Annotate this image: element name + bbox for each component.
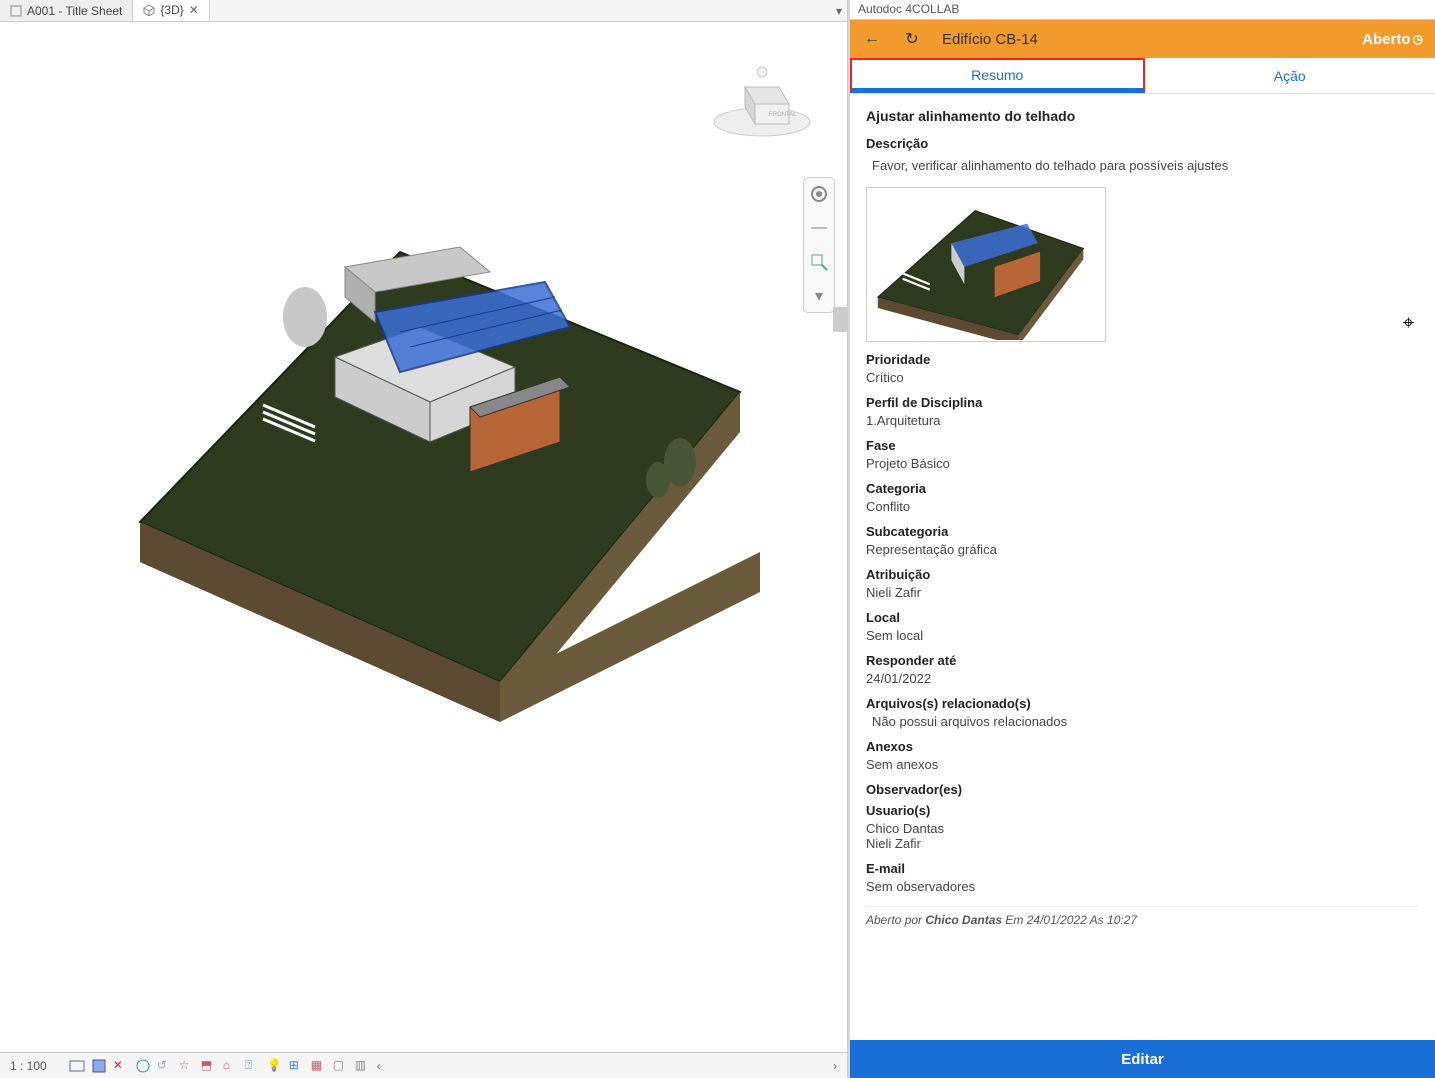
panel-body: Ajustar alinhamento do telhado Descrição… [850,94,1435,1040]
tab-summary[interactable]: Resumo [850,58,1145,93]
icon-12[interactable]: ▦ [311,1058,327,1074]
email-label: E-mail [866,861,1419,876]
user-1: Chico Dantas [866,821,1419,836]
edit-button[interactable]: Editar [850,1040,1435,1078]
files-value: Não possui arquivos relacionados [866,714,1419,729]
close-icon[interactable]: ✕ [189,3,199,17]
panel-tabs: Resumo Ação [850,58,1435,94]
scrollbar-thumb[interactable] [833,307,847,332]
icon-11[interactable]: ⊞ [289,1058,305,1074]
issue-thumbnail[interactable] [866,187,1106,342]
clock-icon: ◷ [1413,32,1423,46]
icon-3[interactable]: ✕ [113,1058,129,1074]
status-bar: 1 : 100 ✕ ↺ ☆ ⬒ ⌂ ⍰ 💡 ⊞ ▦ ▢ ▥ ‹ › [0,1052,847,1078]
icon-10[interactable]: 💡 [267,1058,283,1074]
desc-text: Favor, verificar alinhamento do telhado … [866,154,1419,177]
icon-5[interactable]: ↺ [157,1058,173,1074]
expand-icon[interactable]: ▾ [807,284,831,308]
icon-14[interactable]: ▥ [355,1058,371,1074]
icon-9[interactable]: ⍰ [245,1058,261,1074]
panel-header: ← ↻ Edifício CB-14 Aberto ◷ [850,20,1435,58]
discipline-label: Perfil de Disciplina [866,395,1419,410]
tab-3d[interactable]: {3D} ✕ [133,0,209,21]
priority-label: Prioridade [866,352,1419,367]
phase-value: Projeto Básico [866,456,1419,471]
assigned-label: Atribuição [866,567,1419,582]
assigned-value: Nieli Zafir [866,585,1419,600]
location-label: Local [866,610,1419,625]
user-2: Nieli Zafir [866,836,1419,851]
phase-label: Fase [866,438,1419,453]
subcategory-value: Representação gráfica [866,542,1419,557]
icon-6[interactable]: ☆ [179,1058,195,1074]
attachments-label: Anexos [866,739,1419,754]
scale-label[interactable]: 1 : 100 [10,1059,47,1073]
3d-viewport[interactable]: FRONTAL — ▾ [0,22,847,1052]
chevron-left-icon[interactable]: ‹ [377,1059,381,1073]
refresh-icon[interactable]: ↻ [902,29,922,49]
icon-2[interactable] [91,1058,107,1074]
svg-text:FRONTAL: FRONTAL [769,112,797,118]
location-value: Sem local [866,628,1419,643]
discipline-value: 1.Arquitetura [866,413,1419,428]
document-tabs: A001 - Title Sheet {3D} ✕ ▾ [0,0,847,22]
tab-label: {3D} [160,3,183,17]
tab-title-sheet[interactable]: A001 - Title Sheet [0,0,133,21]
desc-label: Descrição [866,136,1419,151]
respond-label: Responder até [866,653,1419,668]
subcategory-label: Subcategoria [866,524,1419,539]
zoom-region-icon[interactable] [807,250,831,274]
category-value: Conflito [866,499,1419,514]
model-canvas [100,192,780,722]
tab-label: A001 - Title Sheet [27,4,122,18]
category-label: Categoria [866,481,1419,496]
respond-value: 24/01/2022 [866,671,1419,686]
pan-icon[interactable]: — [807,216,831,240]
icon-4[interactable] [135,1058,151,1074]
tab-action[interactable]: Ação [1145,58,1435,93]
focus-view-icon[interactable]: ⌖ [1403,312,1414,335]
nav-tools: — ▾ [803,177,835,313]
users-label: Usuario(s) [866,803,1419,818]
cube-icon [143,4,155,16]
icon-8[interactable]: ⌂ [223,1058,239,1074]
view-cube[interactable]: FRONTAL [707,62,817,142]
back-icon[interactable]: ← [862,29,882,49]
icon-7[interactable]: ⬒ [201,1058,217,1074]
observers-label: Observador(es) [866,782,1419,797]
orbit-icon[interactable] [807,182,831,206]
icon-1[interactable] [69,1058,85,1074]
panel-app-title: Autodoc 4COLLAB [850,0,1435,20]
audit-line: Aberto por Chico Dantas Em 24/01/2022 As… [866,906,1419,927]
files-label: Arquivos(s) relacionado(s) [866,696,1419,711]
icon-13[interactable]: ▢ [333,1058,349,1074]
status-badge: Aberto ◷ [1362,31,1423,48]
email-value: Sem observadores [866,879,1419,894]
tabs-overflow-icon[interactable]: ▾ [831,4,847,18]
attachments-value: Sem anexos [866,757,1419,772]
issue-title: Ajustar alinhamento do telhado [866,108,1419,124]
sheet-icon [10,5,22,17]
model-title: Edifício CB-14 [942,31,1038,48]
chevron-right-icon[interactable]: › [833,1059,837,1073]
priority-value: Crítico [866,370,1419,385]
